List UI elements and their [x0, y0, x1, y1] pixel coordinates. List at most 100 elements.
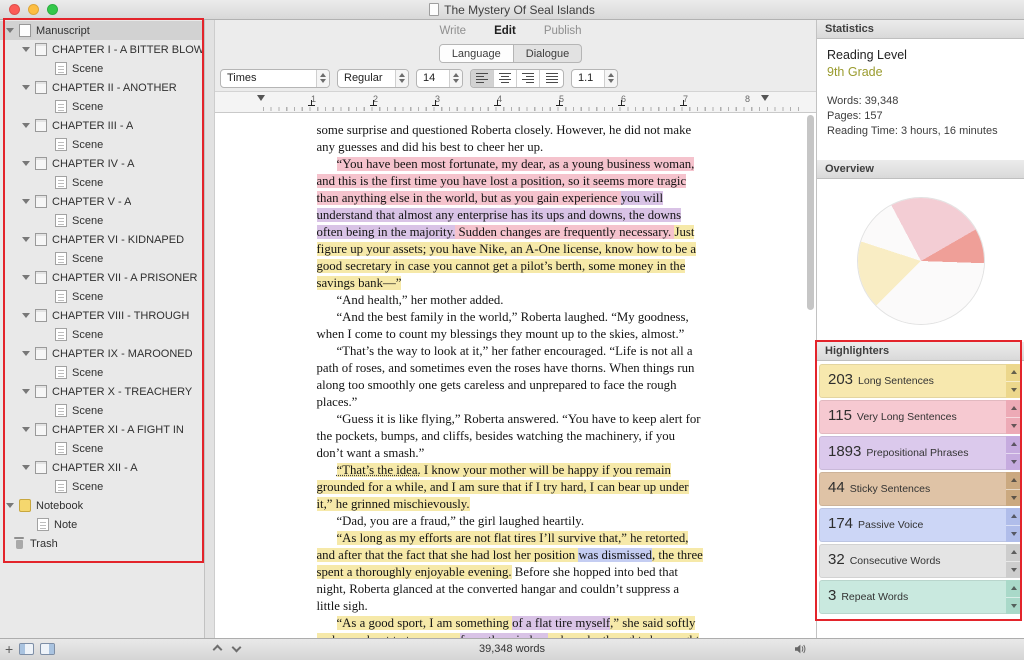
- zoom-window-button[interactable]: [47, 4, 58, 15]
- sidebar-item-trash[interactable]: Trash: [0, 534, 204, 553]
- sidebar-item-manuscript[interactable]: Manuscript: [0, 21, 204, 40]
- stepper-up-icon[interactable]: [1006, 580, 1022, 598]
- sidebar-item-chapter-viii-through[interactable]: CHAPTER VIII - THROUGH: [0, 306, 204, 325]
- next-document-icon[interactable]: [232, 643, 242, 653]
- line-spacing-select[interactable]: 1.1: [571, 69, 618, 88]
- sidebar-item-chapter-ix-marooned[interactable]: CHAPTER IX - MAROONED: [0, 344, 204, 363]
- indent-marker-icon[interactable]: [257, 95, 265, 101]
- highlighter-prepositional-phrases[interactable]: 1893Prepositional Phrases: [819, 436, 1022, 470]
- stepper-icon[interactable]: [604, 70, 617, 87]
- stepper-down-icon[interactable]: [1006, 454, 1022, 471]
- disclosure-triangle-icon[interactable]: [22, 313, 30, 318]
- stepper-down-icon[interactable]: [1006, 490, 1022, 507]
- tab-edit[interactable]: Edit: [494, 25, 516, 37]
- subtab-language[interactable]: Language: [440, 45, 514, 62]
- stepper-up-icon[interactable]: [1006, 400, 1022, 418]
- font-family-select[interactable]: Times: [220, 69, 330, 88]
- editor-scrollbar[interactable]: [806, 115, 815, 636]
- sidebar-item-chapter-iii-a[interactable]: CHAPTER III - A: [0, 116, 204, 135]
- font-style-select[interactable]: Regular: [337, 69, 409, 88]
- highlighter-repeat-words[interactable]: 3Repeat Words: [819, 580, 1022, 614]
- stepper-up-icon[interactable]: [1006, 544, 1022, 562]
- sidebar-item-chapter-vi-kidnaped[interactable]: CHAPTER VI - KIDNAPED: [0, 230, 204, 249]
- sidebar-item-chapter-ii-another[interactable]: CHAPTER II - ANOTHER: [0, 78, 204, 97]
- stepper-up-icon[interactable]: [1006, 436, 1022, 454]
- disclosure-triangle-icon[interactable]: [22, 85, 30, 90]
- sidebar-item-chapter-v-a[interactable]: CHAPTER V - A: [0, 192, 204, 211]
- text-area[interactable]: some surprise and questioned Roberta clo…: [205, 113, 816, 638]
- disclosure-triangle-icon[interactable]: [6, 28, 14, 33]
- highlighter-very-long-sentences[interactable]: 115Very Long Sentences: [819, 400, 1022, 434]
- disclosure-triangle-icon[interactable]: [22, 237, 30, 242]
- sidebar-item-chapter-iv-a[interactable]: CHAPTER IV - A: [0, 154, 204, 173]
- tab-stop-icon[interactable]: [494, 100, 501, 106]
- font-size-select[interactable]: 14: [416, 69, 463, 88]
- sidebar-item-scene[interactable]: Scene: [0, 211, 204, 230]
- stepper-down-icon[interactable]: [1006, 562, 1022, 579]
- stepper-up-icon[interactable]: [1006, 508, 1022, 526]
- highlighter-passive-voice[interactable]: 174Passive Voice: [819, 508, 1022, 542]
- sidebar-item-scene[interactable]: Scene: [0, 249, 204, 268]
- stepper-down-icon[interactable]: [1006, 526, 1022, 543]
- disclosure-triangle-icon[interactable]: [22, 351, 30, 356]
- align-right-button[interactable]: [517, 70, 540, 87]
- minimize-window-button[interactable]: [28, 4, 39, 15]
- stepper-down-icon[interactable]: [1006, 418, 1022, 435]
- tab-stop-icon[interactable]: [680, 100, 687, 106]
- tab-stop-icon[interactable]: [556, 100, 563, 106]
- manuscript-text[interactable]: some surprise and questioned Roberta clo…: [260, 113, 762, 638]
- align-justify-button[interactable]: [540, 70, 563, 87]
- previous-document-icon[interactable]: [213, 645, 223, 655]
- stepper-icon[interactable]: [449, 70, 462, 87]
- disclosure-triangle-icon[interactable]: [22, 389, 30, 394]
- sidebar-item-scene[interactable]: Scene: [0, 135, 204, 154]
- add-icon[interactable]: +: [5, 642, 13, 656]
- disclosure-triangle-icon[interactable]: [22, 465, 30, 470]
- tab-write[interactable]: Write: [439, 25, 466, 37]
- sidebar-item-scene[interactable]: Scene: [0, 97, 204, 116]
- scrollbar-thumb[interactable]: [807, 115, 814, 310]
- sidebar-item-note[interactable]: Note: [0, 515, 204, 534]
- layout-left-panel-icon[interactable]: [19, 643, 34, 655]
- tab-stop-icon[interactable]: [308, 100, 315, 106]
- disclosure-triangle-icon[interactable]: [22, 199, 30, 204]
- sidebar-item-scene[interactable]: Scene: [0, 325, 204, 344]
- align-left-button[interactable]: [471, 70, 494, 87]
- stepper-down-icon[interactable]: [1006, 382, 1022, 399]
- disclosure-triangle-icon[interactable]: [22, 161, 30, 166]
- stepper-up-icon[interactable]: [1006, 472, 1022, 490]
- highlighter-sticky-sentences[interactable]: 44Sticky Sentences: [819, 472, 1022, 506]
- sidebar-item-chapter-x-treachery[interactable]: CHAPTER X - TREACHERY: [0, 382, 204, 401]
- speaker-icon[interactable]: [794, 643, 807, 655]
- sidebar-item-scene[interactable]: Scene: [0, 477, 204, 496]
- align-center-button[interactable]: [494, 70, 517, 87]
- sidebar-item-chapter-xi-a-fight-in[interactable]: CHAPTER XI - A FIGHT IN: [0, 420, 204, 439]
- highlighter-consecutive-words[interactable]: 32Consecutive Words: [819, 544, 1022, 578]
- disclosure-triangle-icon[interactable]: [22, 275, 30, 280]
- disclosure-triangle-icon[interactable]: [22, 427, 30, 432]
- tab-stop-icon[interactable]: [618, 100, 625, 106]
- sidebar-item-chapter-i-a-bitter-blow[interactable]: CHAPTER I - A BITTER BLOW: [0, 40, 204, 59]
- close-window-button[interactable]: [9, 4, 20, 15]
- disclosure-triangle-icon[interactable]: [22, 123, 30, 128]
- disclosure-triangle-icon[interactable]: [6, 503, 14, 508]
- ruler[interactable]: 12345678: [205, 92, 816, 113]
- subtab-dialogue[interactable]: Dialogue: [514, 45, 581, 62]
- stepper-icon[interactable]: [316, 70, 329, 87]
- highlighter-long-sentences[interactable]: 203Long Sentences: [819, 364, 1022, 398]
- sidebar-item-chapter-vii-a-prisoner[interactable]: CHAPTER VII - A PRISONER: [0, 268, 204, 287]
- layout-right-panel-icon[interactable]: [40, 643, 55, 655]
- disclosure-triangle-icon[interactable]: [22, 47, 30, 52]
- sidebar-item-scene[interactable]: Scene: [0, 173, 204, 192]
- sidebar-item-scene[interactable]: Scene: [0, 401, 204, 420]
- sidebar-item-scene[interactable]: Scene: [0, 363, 204, 382]
- sidebar-item-scene[interactable]: Scene: [0, 439, 204, 458]
- tab-stop-icon[interactable]: [370, 100, 377, 106]
- tab-stop-icon[interactable]: [432, 100, 439, 106]
- tab-publish[interactable]: Publish: [544, 25, 582, 37]
- sidebar-item-chapter-xii-a[interactable]: CHAPTER XII - A: [0, 458, 204, 477]
- indent-marker-icon[interactable]: [761, 95, 769, 101]
- stepper-icon[interactable]: [395, 70, 408, 87]
- sidebar-item-scene[interactable]: Scene: [0, 59, 204, 78]
- stepper-down-icon[interactable]: [1006, 598, 1022, 615]
